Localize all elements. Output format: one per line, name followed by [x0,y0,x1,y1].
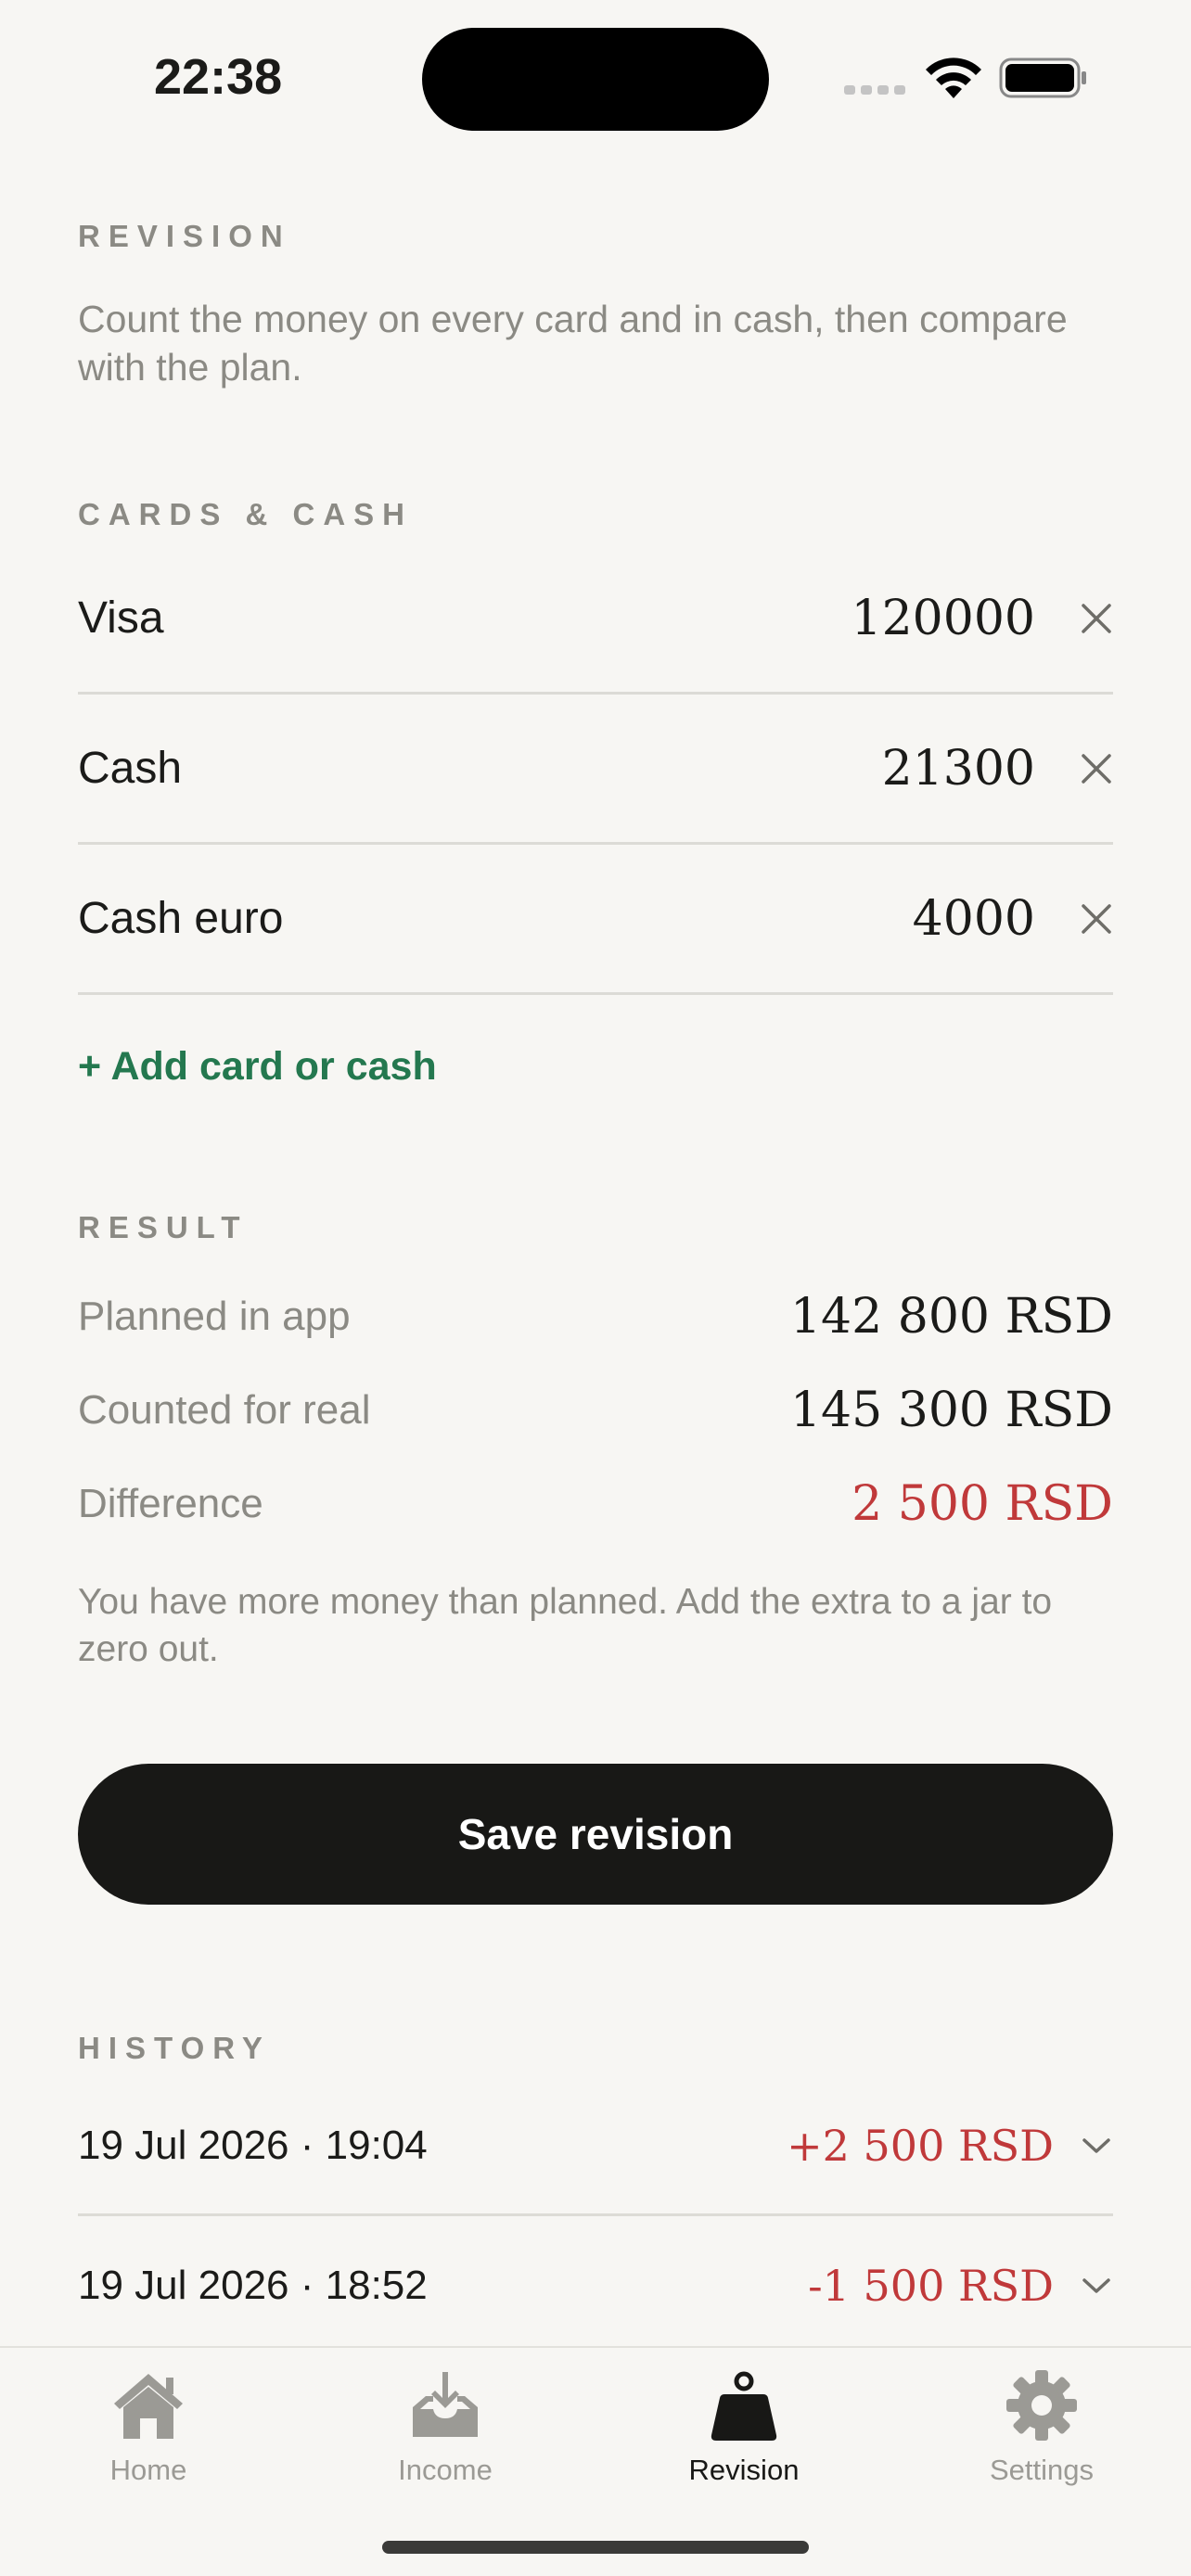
tab-label: Home [109,2454,187,2486]
counted-label: Counted for real [78,1387,371,1433]
add-card-or-cash-button[interactable]: + Add card or cash [78,1044,437,1090]
account-amount[interactable]: 120000 [851,591,1035,646]
delete-icon[interactable] [1080,902,1113,936]
account-row-visa[interactable]: Visa 120000 [78,544,1113,695]
delete-icon[interactable] [1080,602,1113,635]
account-amount[interactable]: 21300 [882,741,1035,797]
history-item[interactable]: 19 Jul 2026 · 18:52 -1 500 RSD [78,2216,1113,2355]
result-title: RESULT [78,1210,249,1244]
tab-income[interactable]: Income [343,2366,547,2487]
tab-home[interactable]: Home [46,2366,250,2487]
battery-icon [999,57,1086,98]
tab-label: Income [398,2454,493,2486]
gear-icon [1006,2370,1077,2441]
difference-row: Difference 2 500 RSD [78,1476,1113,1532]
home-indicator [382,2541,809,2554]
revision-title: REVISION [78,219,291,253]
chevron-down-icon[interactable] [1080,2275,1113,2297]
history-item[interactable]: 19 Jul 2026 · 19:04 +2 500 RSD [78,2077,1113,2216]
weight-icon [711,2371,777,2441]
result-note: You have more money than planned. Add th… [78,1582,1053,1669]
counted-row: Counted for real 145 300 RSD [78,1383,1113,1438]
history-title: HISTORY [78,2031,271,2065]
accounts-title: CARDS & CASH [78,497,414,531]
planned-row: Planned in app 142 800 RSD [78,1289,1113,1345]
planned-value: 142 800 RSD [789,1289,1113,1345]
account-amount[interactable]: 4000 [913,891,1035,947]
status-time: 22:38 [154,49,283,105]
tab-label: Revision [688,2454,800,2486]
revision-description: Count the money on every card and in cas… [78,298,1068,389]
wifi-icon [926,57,981,98]
dynamic-island [422,28,769,131]
tab-revision[interactable]: Revision [642,2366,846,2487]
account-row-cash-euro[interactable]: Cash euro 4000 [78,845,1113,995]
history-delta: -1 500 RSD [808,2261,1054,2311]
account-row-cash[interactable]: Cash 21300 [78,695,1113,845]
save-revision-button[interactable]: Save revision [78,1764,1113,1905]
tab-settings[interactable]: Settings [940,2366,1144,2487]
account-name: Cash euro [78,894,284,943]
difference-value: 2 500 RSD [852,1476,1113,1532]
history-delta: +2 500 RSD [787,2120,1054,2171]
tab-label: Settings [989,2454,1094,2486]
inbox-download-icon [413,2372,478,2437]
account-name: Visa [78,593,164,643]
house-icon [114,2374,183,2439]
delete-icon[interactable] [1080,752,1113,785]
account-name: Cash [78,744,183,793]
planned-label: Planned in app [78,1294,351,1339]
chevron-down-icon[interactable] [1080,2135,1113,2157]
difference-label: Difference [78,1481,263,1526]
status-bar: 22:38 [0,0,1191,139]
counted-value: 145 300 RSD [789,1383,1113,1438]
history-date: 19 Jul 2026 · 19:04 [78,2122,428,2168]
history-date: 19 Jul 2026 · 18:52 [78,2263,428,2308]
cellular-signal-icon [844,85,905,95]
